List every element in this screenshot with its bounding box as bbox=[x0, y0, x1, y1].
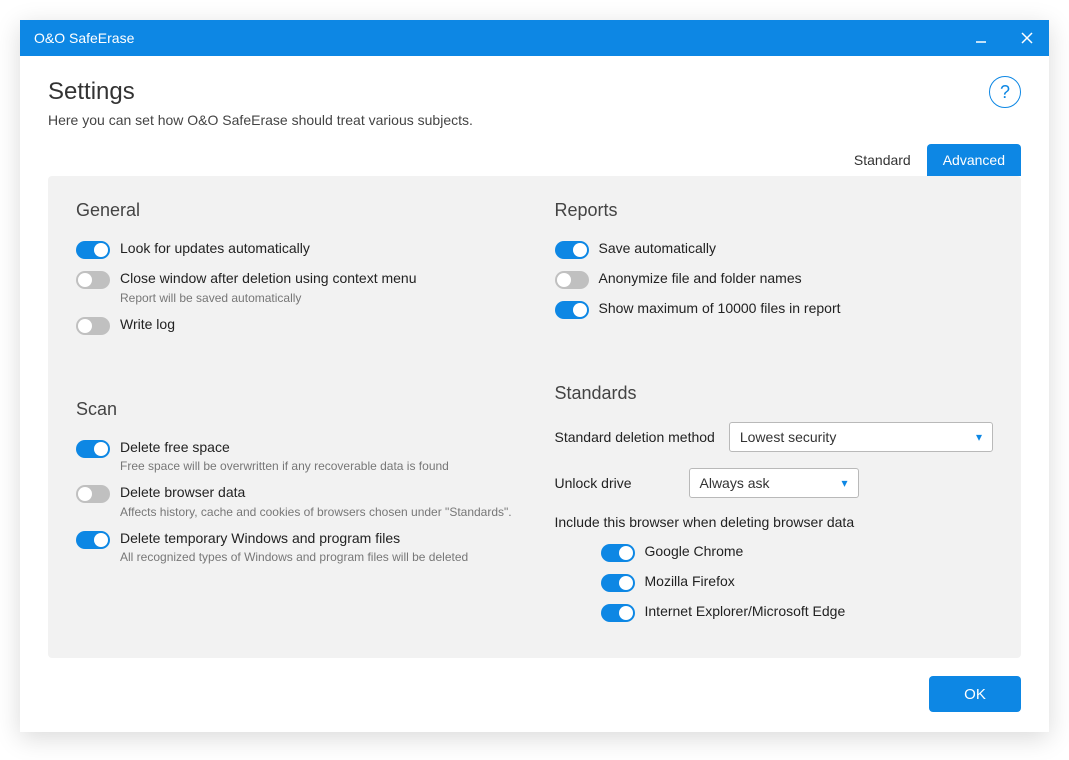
titlebar: O&O SafeErase bbox=[20, 20, 1049, 56]
unlock-drive-label: Unlock drive bbox=[555, 475, 675, 491]
toggle-free-space[interactable] bbox=[76, 440, 110, 458]
toggle-anonymize-label: Anonymize file and folder names bbox=[599, 269, 802, 289]
toggle-save-auto[interactable] bbox=[555, 241, 589, 259]
toggle-browser-data-label: Delete browser data bbox=[120, 483, 512, 503]
minimize-button[interactable] bbox=[967, 24, 995, 52]
unlock-drive-value: Always ask bbox=[700, 475, 770, 491]
window-controls bbox=[967, 24, 1041, 52]
section-heading-standards: Standards bbox=[555, 383, 994, 404]
toggle-write-log-label: Write log bbox=[120, 315, 175, 335]
toggle-updates[interactable] bbox=[76, 241, 110, 259]
deletion-method-select[interactable]: Lowest security ▾ bbox=[729, 422, 993, 452]
browsers-heading: Include this browser when deleting brows… bbox=[555, 514, 994, 530]
toggle-browser-data[interactable] bbox=[76, 485, 110, 503]
toggle-close-window-label: Close window after deletion using contex… bbox=[120, 269, 417, 289]
chevron-down-icon: ▾ bbox=[976, 430, 982, 444]
toggle-ie-edge-label: Internet Explorer/Microsoft Edge bbox=[645, 602, 846, 622]
toggle-temp-files-sublabel: All recognized types of Windows and prog… bbox=[120, 550, 468, 564]
help-button[interactable]: ? bbox=[989, 76, 1021, 108]
toggle-temp-files[interactable] bbox=[76, 531, 110, 549]
toggle-browser-data-sublabel: Affects history, cache and cookies of br… bbox=[120, 505, 512, 519]
toggle-free-space-sublabel: Free space will be overwritten if any re… bbox=[120, 459, 449, 473]
toggle-save-auto-label: Save automatically bbox=[599, 239, 717, 259]
toggle-firefox-label: Mozilla Firefox bbox=[645, 572, 735, 592]
tab-advanced[interactable]: Advanced bbox=[927, 144, 1021, 176]
toggle-firefox[interactable] bbox=[601, 574, 635, 592]
page-subtitle: Here you can set how O&O SafeErase shoul… bbox=[48, 112, 1021, 128]
section-heading-reports: Reports bbox=[555, 200, 994, 221]
unlock-drive-select[interactable]: Always ask ▾ bbox=[689, 468, 859, 498]
toggle-free-space-label: Delete free space bbox=[120, 438, 449, 458]
close-button[interactable] bbox=[1013, 24, 1041, 52]
section-heading-general: General bbox=[76, 200, 515, 221]
toggle-max-files-label: Show maximum of 10000 files in report bbox=[599, 299, 841, 319]
toggle-chrome-label: Google Chrome bbox=[645, 542, 744, 562]
toggle-anonymize[interactable] bbox=[555, 271, 589, 289]
window-title: O&O SafeErase bbox=[34, 30, 134, 46]
toggle-updates-label: Look for updates automatically bbox=[120, 239, 310, 259]
page-title: Settings bbox=[48, 78, 1021, 106]
toggle-close-window-sublabel: Report will be saved automatically bbox=[120, 291, 417, 305]
toggle-close-window[interactable] bbox=[76, 271, 110, 289]
toggle-temp-files-label: Delete temporary Windows and program fil… bbox=[120, 529, 468, 549]
toggle-ie-edge[interactable] bbox=[601, 604, 635, 622]
toggle-max-files[interactable] bbox=[555, 301, 589, 319]
toggle-chrome[interactable] bbox=[601, 544, 635, 562]
ok-button[interactable]: OK bbox=[929, 676, 1021, 712]
deletion-method-label: Standard deletion method bbox=[555, 429, 715, 445]
toggle-write-log[interactable] bbox=[76, 317, 110, 335]
deletion-method-value: Lowest security bbox=[740, 429, 836, 445]
chevron-down-icon: ▾ bbox=[841, 476, 847, 490]
tab-standard[interactable]: Standard bbox=[838, 144, 927, 176]
section-heading-scan: Scan bbox=[76, 399, 515, 420]
tabs: Standard Advanced bbox=[48, 144, 1021, 176]
